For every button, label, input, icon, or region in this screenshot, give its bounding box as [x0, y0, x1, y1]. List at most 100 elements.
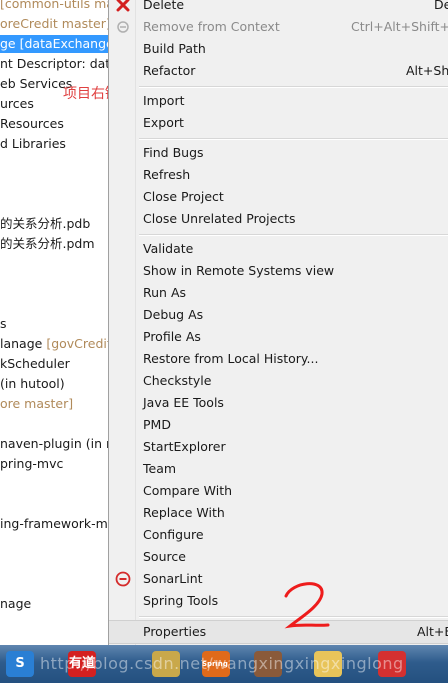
menu-item-configure[interactable]: Configure — [109, 524, 448, 546]
sogou-input-icon: S — [6, 651, 34, 677]
tree-item[interactable]: nage — [0, 595, 31, 613]
menu-item-remove-from-context: Remove from Context Ctrl+Alt+Shift+D — [109, 16, 448, 38]
menu-item-shortcut: Ctrl+Alt+Shift+D — [351, 19, 448, 34]
menu-item-java-ee-tools[interactable]: Java EE Tools — [109, 392, 448, 414]
tree-item-label: ge [dataExchange — [0, 36, 109, 51]
tree-item-label: nt Descriptor: data — [0, 56, 109, 71]
tree-item[interactable]: 的关系分析.pdm — [0, 235, 95, 253]
menu-item-find-bugs[interactable]: Find Bugs — [109, 142, 448, 164]
tree-item[interactable]: eb Services — [0, 75, 72, 93]
menu-item-shortcut: Alt+E — [417, 624, 448, 639]
tree-item[interactable]: d Libraries — [0, 135, 66, 153]
menu-item-team[interactable]: Team — [109, 458, 448, 480]
menu-item-shortcut: Alt+Shi — [406, 63, 448, 78]
tree-item-decoration: [common-utils ma — [0, 0, 109, 11]
tree-item-label: lanage — [0, 336, 47, 351]
tree-item[interactable]: naven-plugin (in my — [0, 435, 108, 453]
tree-item[interactable]: kScheduler — [0, 355, 70, 373]
remove-context-icon — [115, 19, 131, 35]
menu-item-label: Find Bugs — [143, 145, 204, 160]
menu-item-label: Debug As — [143, 307, 204, 322]
tree-item[interactable]: [common-utils ma — [0, 0, 109, 13]
menu-item-label: Import — [143, 93, 185, 108]
menu-item-refresh[interactable]: Refresh — [109, 164, 448, 186]
watermark-text: http://blog.csdn.net/wangxingxingxinglon… — [40, 654, 404, 673]
menu-item-replace-with[interactable]: Replace With — [109, 502, 448, 524]
menu-item-label: Configure — [143, 527, 204, 542]
menu-item-label: Validate — [143, 241, 194, 256]
tree-item-label: ing-framework-ma — [0, 516, 109, 531]
menu-item-sonarlint[interactable]: SonarLint — [109, 568, 448, 590]
tree-item-label: nage — [0, 596, 32, 611]
menu-item-properties[interactable]: Properties Alt+E — [109, 620, 448, 644]
tree-item-label: urces — [0, 96, 34, 111]
menu-separator — [139, 234, 448, 236]
menu-item-label: Delete — [143, 0, 185, 12]
menu-separator — [139, 138, 448, 140]
tree-item[interactable]: oreCredit master] — [0, 15, 108, 33]
menu-item-close-project[interactable]: Close Project — [109, 186, 448, 208]
tree-item[interactable]: 的关系分析.pdb — [0, 215, 90, 233]
menu-separator — [139, 86, 448, 88]
menu-item-label: Properties — [143, 624, 207, 639]
tree-item-label: naven-plugin (in my — [0, 436, 108, 451]
menu-item-spring-tools[interactable]: Spring Tools — [109, 590, 448, 612]
tree-item[interactable]: lanage [govCreditM — [0, 335, 108, 353]
menu-item-label: Show in Remote Systems view — [143, 263, 335, 278]
menu-item-show-in-remote-systems-view[interactable]: Show in Remote Systems view — [109, 260, 448, 282]
tree-item-decoration: ore master] — [0, 396, 74, 411]
sonarlint-icon — [115, 571, 131, 587]
menu-item-export[interactable]: Export — [109, 112, 448, 134]
tree-item[interactable]: (in hutool) — [0, 375, 65, 393]
menu-item-label: Refresh — [143, 167, 191, 182]
tree-item-label: Resources — [0, 116, 64, 131]
menu-item-compare-with[interactable]: Compare With — [109, 480, 448, 502]
menu-item-label: Refactor — [143, 63, 196, 78]
menu-item-label: Checkstyle — [143, 373, 212, 388]
taskbar-app-label: S — [15, 656, 25, 671]
sogou-input-taskbar-button[interactable]: S — [0, 648, 40, 680]
menu-item-close-unrelated-projects[interactable]: Close Unrelated Projects — [109, 208, 448, 230]
menu-item-run-as[interactable]: Run As — [109, 282, 448, 304]
menu-item-label: Run As — [143, 285, 187, 300]
menu-item-refactor[interactable]: Refactor Alt+Shi — [109, 60, 448, 82]
tree-item[interactable]: urces — [0, 95, 34, 113]
menu-item-import[interactable]: Import — [109, 90, 448, 112]
tree-item-label: d Libraries — [0, 136, 66, 151]
menu-item-checkstyle[interactable]: Checkstyle — [109, 370, 448, 392]
menu-item-build-path[interactable]: Build Path — [109, 38, 448, 60]
menu-item-label: SonarLint — [143, 571, 203, 586]
menu-item-label: Remove from Context — [143, 19, 280, 34]
tree-item-label: 的关系分析.pdb — [0, 216, 91, 231]
context-menu[interactable]: Delete De Remove from Context Ctrl+Alt+Shif… — [108, 0, 448, 645]
tree-item-decoration: [govCreditM — [46, 336, 108, 351]
tree-item-label: s — [0, 316, 7, 331]
menu-item-label: Restore from Local History... — [143, 351, 319, 366]
tree-item[interactable]: pring-mvc — [0, 455, 63, 473]
menu-item-restore-from-local-history[interactable]: Restore from Local History... — [109, 348, 448, 370]
tree-item[interactable]: s — [0, 315, 7, 333]
menu-item-pmd[interactable]: PMD — [109, 414, 448, 436]
menu-item-label: Team — [143, 461, 177, 476]
menu-item-source[interactable]: Source — [109, 546, 448, 568]
menu-item-startexplorer[interactable]: StartExplorer — [109, 436, 448, 458]
tree-item-label: (in hutool) — [0, 376, 65, 391]
tree-item[interactable]: Resources — [0, 115, 64, 133]
menu-item-label: Close Project — [143, 189, 224, 204]
menu-item-delete[interactable]: Delete De — [109, 0, 448, 16]
menu-item-label: Profile As — [143, 329, 201, 344]
menu-item-shortcut: De — [434, 0, 448, 12]
tree-item[interactable]: ge [dataExchange — [0, 35, 108, 53]
menu-item-label: Spring Tools — [143, 593, 219, 608]
tree-item[interactable]: ore master] — [0, 395, 73, 413]
tree-item-label: eb Services — [0, 76, 73, 91]
menu-item-validate[interactable]: Validate — [109, 238, 448, 260]
tree-item[interactable]: ing-framework-ma — [0, 515, 109, 533]
annotation-number-two — [284, 582, 330, 629]
menu-item-debug-as[interactable]: Debug As — [109, 304, 448, 326]
tree-item[interactable]: nt Descriptor: data — [0, 55, 109, 73]
menu-item-label: Replace With — [143, 505, 225, 520]
menu-item-label: Source — [143, 549, 186, 564]
menu-item-profile-as[interactable]: Profile As — [109, 326, 448, 348]
delete-icon — [115, 0, 131, 13]
